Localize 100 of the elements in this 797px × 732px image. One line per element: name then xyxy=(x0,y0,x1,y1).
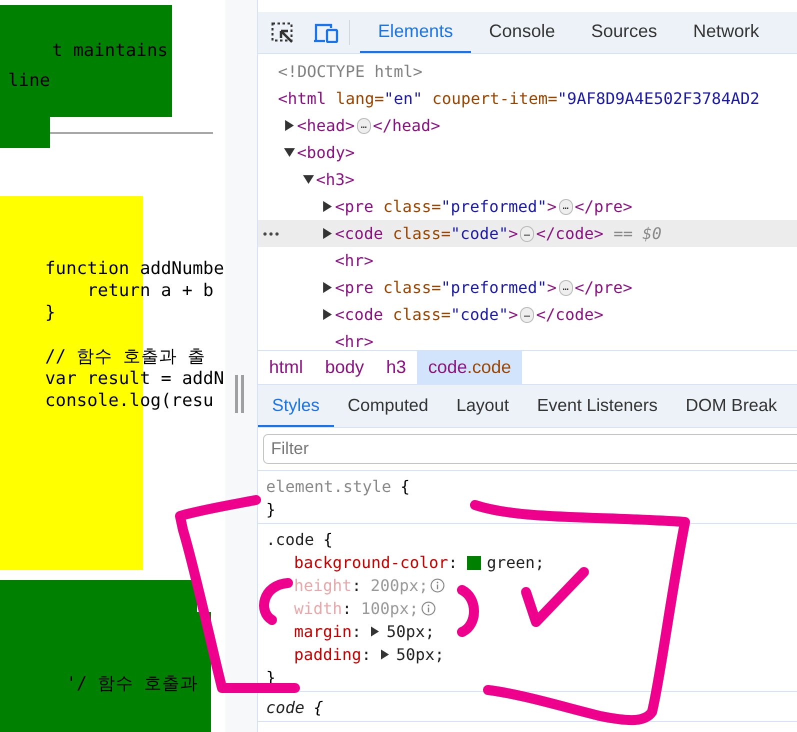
colon-text: : xyxy=(342,598,352,620)
brace-text: } xyxy=(266,499,276,521)
markup-text: <pre xyxy=(335,196,374,218)
markup-text: "9AF8D9A4E502F3784AD2 xyxy=(557,88,760,110)
markup-text: > xyxy=(508,304,518,326)
brace-text: { xyxy=(400,476,410,498)
markup-text: class= xyxy=(382,196,441,218)
markup-text: <code xyxy=(335,304,384,326)
expand-triangle-icon[interactable] xyxy=(322,228,333,239)
sidebar-tab[interactable]: Layout xyxy=(442,385,523,427)
block-text: t maintains xyxy=(51,40,168,63)
dom-node-row[interactable]: <body> xyxy=(258,139,797,166)
css-property[interactable]: padding xyxy=(294,643,362,666)
markup-text: </pre> xyxy=(574,196,632,218)
sidebar-tab[interactable]: Event Listeners xyxy=(522,385,672,427)
ellipsis-button[interactable]: … xyxy=(558,280,573,296)
markup-text: "preformed" xyxy=(440,276,547,298)
block-text: '/ 함수 호출과 xyxy=(66,673,198,696)
selected-node-hint: == $0 xyxy=(614,222,662,244)
expand-triangle-icon[interactable] xyxy=(284,120,295,131)
breadcrumb[interactable]: h3 xyxy=(375,351,418,384)
markup-text: </pre> xyxy=(574,276,632,298)
annotation-bracket xyxy=(457,585,479,637)
markup-text: </head> xyxy=(372,114,440,136)
more-dots-icon[interactable] xyxy=(263,232,279,236)
css-value[interactable]: 50px; xyxy=(386,620,435,643)
ellipsis-button[interactable]: … xyxy=(520,226,534,242)
dom-node-row[interactable]: <code class="code"> … </code> xyxy=(258,301,797,328)
ellipsis-button[interactable]: … xyxy=(520,306,534,322)
ellipsis-button[interactable]: … xyxy=(356,118,371,134)
dom-node-row[interactable]: <pre class="preformed"> … </pre> xyxy=(258,274,797,301)
filter-field[interactable]: Filter xyxy=(263,434,797,464)
colon-text: : xyxy=(448,552,458,574)
css-property[interactable]: background-color xyxy=(294,551,448,574)
collapse-triangle-icon[interactable] xyxy=(303,174,314,185)
expand-triangle-icon[interactable] xyxy=(322,282,333,293)
markup-text: class= xyxy=(392,304,451,326)
css-selector: element.style xyxy=(266,476,392,498)
sidebar-tab[interactable]: Styles xyxy=(258,385,334,427)
markup-text: <code xyxy=(335,222,384,244)
markup-text: lang= xyxy=(334,88,384,110)
breadcrumb[interactable]: body xyxy=(314,351,376,384)
markup-text: <head> xyxy=(297,114,355,136)
panel-tab[interactable]: Elements xyxy=(360,12,472,53)
expand-triangle-icon[interactable] xyxy=(380,649,390,660)
markup-text: "en" xyxy=(384,88,422,110)
panel-tab[interactable]: Console xyxy=(471,12,574,53)
splitter-handle[interactable] xyxy=(235,375,244,413)
brace-text: { xyxy=(323,529,333,551)
collapse-triangle-icon[interactable] xyxy=(284,147,295,158)
panel-tab[interactable]: Network xyxy=(675,12,778,53)
markup-text: > xyxy=(546,276,557,298)
css-selector: code xyxy=(266,697,305,719)
dom-node-row[interactable]: <!DOCTYPE html> xyxy=(258,58,797,85)
sidebar-tab[interactable]: DOM Break xyxy=(672,385,791,427)
markup-text: "code" xyxy=(450,222,508,244)
markup-text: <!DOCTYPE html> xyxy=(278,60,422,82)
markup-text: > xyxy=(508,222,518,244)
block-text: line xyxy=(7,70,50,93)
markup-text: coupert-item= xyxy=(431,88,558,110)
colon-text: : xyxy=(352,575,362,597)
css-property[interactable]: margin xyxy=(294,620,352,643)
brace-text: { xyxy=(314,697,324,719)
expand-triangle-icon[interactable] xyxy=(370,626,380,637)
ellipsis-button[interactable]: … xyxy=(558,198,573,214)
dom-node-row[interactable]: <h3> xyxy=(258,166,797,193)
dom-node-row[interactable]: <pre class="preformed"> … </pre> xyxy=(258,193,797,220)
markup-text: </code> xyxy=(536,304,604,326)
markup-text: <hr> xyxy=(335,330,374,350)
markup-text: <h3> xyxy=(316,168,355,190)
code-line: } xyxy=(45,302,56,324)
color-swatch[interactable] xyxy=(466,556,481,570)
markup-text: "preformed" xyxy=(440,196,547,218)
info-icon[interactable] xyxy=(420,601,436,616)
dom-node-row[interactable]: <hr> xyxy=(258,247,797,274)
dom-node-row[interactable]: <code class="code"> … </code> == $0 xyxy=(258,220,797,247)
expand-triangle-icon[interactable] xyxy=(322,201,333,212)
breadcrumb[interactable]: html xyxy=(258,351,314,384)
expand-triangle-icon[interactable] xyxy=(322,309,333,320)
markup-text: class= xyxy=(382,276,441,298)
dom-node-row[interactable]: <head> … </head> xyxy=(258,112,797,139)
device-icon[interactable] xyxy=(314,22,339,42)
markup-text: </code> xyxy=(536,222,604,244)
dom-node-row[interactable]: <hr> xyxy=(258,328,797,350)
markup-text: class= xyxy=(392,222,451,244)
markup-text: <pre xyxy=(335,276,374,298)
inspect-icon[interactable] xyxy=(271,22,295,44)
markup-text: > xyxy=(546,196,557,218)
sidebar-tab[interactable]: Computed xyxy=(334,385,442,427)
colon-text: : xyxy=(361,644,372,666)
css-value[interactable]: green; xyxy=(486,551,545,574)
markup-text: <html xyxy=(278,88,326,110)
colon-text: : xyxy=(352,621,362,643)
css-selector: .code xyxy=(266,529,314,551)
info-icon[interactable] xyxy=(430,578,446,593)
panel-tab[interactable]: Sources xyxy=(573,12,676,53)
breadcrumb[interactable]: code.code xyxy=(417,351,522,384)
annotation-bracket xyxy=(259,578,293,625)
dom-node-row[interactable]: <html lang="en" coupert-item="9AF8D9A4E502F3784AD2 xyxy=(258,85,797,112)
css-value[interactable]: 50px; xyxy=(396,643,444,666)
